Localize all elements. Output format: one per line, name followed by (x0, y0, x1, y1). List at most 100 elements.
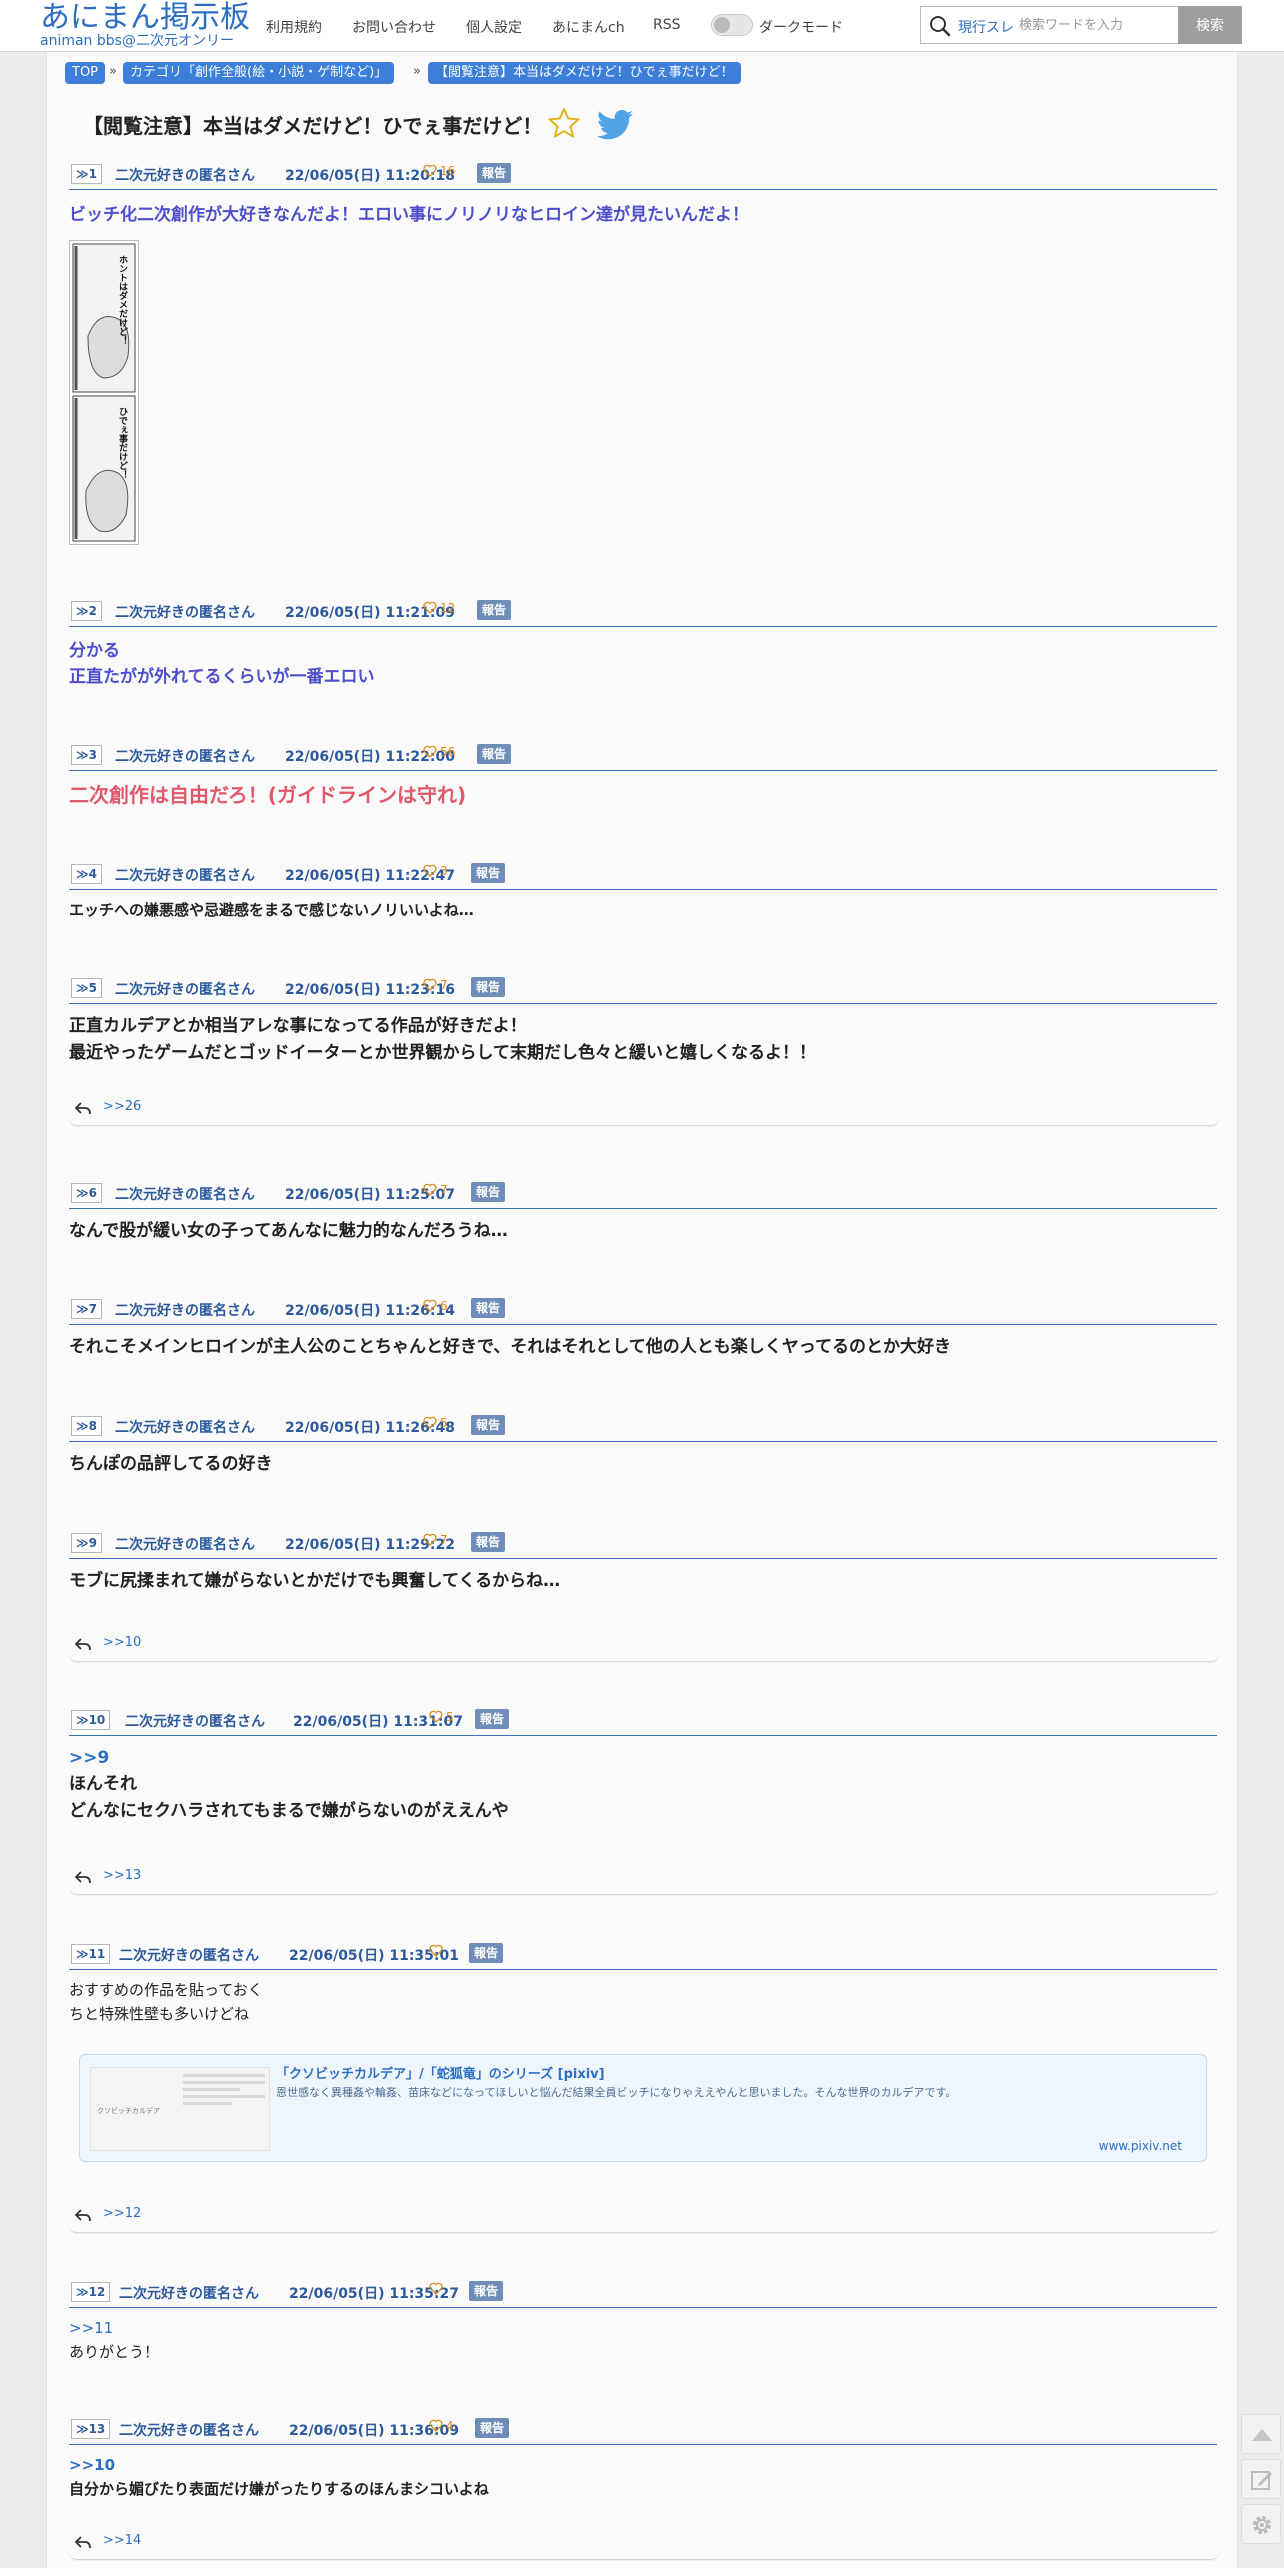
report-button[interactable]: 報告 (471, 1182, 506, 1202)
post-number[interactable]: ≫12 (71, 2282, 111, 2302)
post-number[interactable]: ≫9 (71, 1533, 102, 1553)
report-button[interactable]: 報告 (471, 863, 506, 883)
report-button[interactable]: 報告 (469, 1943, 504, 1963)
post-number[interactable]: ≫8 (71, 1416, 102, 1436)
post-text: 二次創作は自由だろ！(ガイドラインは守れ) (69, 783, 467, 807)
breadcrumb-thread[interactable]: 【閲覧注意】本当はダメだけど！ひでぇ事だけど！ (428, 62, 741, 84)
twitter-icon[interactable] (597, 110, 633, 140)
replies-bar: >>10 (69, 1632, 1219, 1662)
heart-icon (429, 2419, 443, 2432)
post-number[interactable]: ≫5 (71, 978, 102, 998)
post-header: ≫9 二次元好きの匿名さん 22/06/05(日) 11:29:22 7 報告 (69, 1532, 1217, 1559)
like-button[interactable]: 16 (423, 164, 455, 178)
nav-settings[interactable]: 個人設定 (466, 17, 522, 37)
heart-icon (423, 1416, 437, 1429)
post-text: ビッチ化二次創作が大好きなんだよ！エロい事にノリノリなヒロイン達が見たいんだよ！ (69, 205, 749, 225)
search-button[interactable]: 検索 (1178, 6, 1242, 44)
link-description: 恩世感なく異種姦や輪姦、苗床などになってほしいと悩んだ結果全員ビッチになりゃええ… (276, 2086, 957, 2099)
like-count: 7 (440, 1183, 448, 1197)
report-button[interactable]: 報告 (475, 1709, 510, 1729)
anchor-link[interactable]: >>9 (69, 1745, 1219, 1771)
nav-contact[interactable]: お問い合わせ (352, 17, 436, 37)
manga-image[interactable]: ホントはダメだけど！ ひでぇ事だけど！ (69, 240, 139, 545)
site-logo[interactable]: あにまん掲示板 animan bbs@二次元オンリー (40, 2, 250, 49)
reply-arrow-icon (75, 2209, 91, 2222)
like-button[interactable]: 4 (429, 2419, 454, 2433)
like-button[interactable] (429, 1944, 446, 1958)
reply-link[interactable]: >>12 (103, 2206, 141, 2221)
report-button[interactable]: 報告 (471, 1298, 506, 1318)
post-text: 自分から媚びたり表面だけ嫌がったりするのほんまシコいよね (69, 2480, 489, 2498)
post-number[interactable]: ≫10 (71, 1710, 111, 1730)
reply-link[interactable]: >>13 (103, 1868, 141, 1883)
like-button[interactable]: 12 (423, 601, 455, 615)
scroll-top-button[interactable] (1241, 2414, 1281, 2454)
report-button[interactable]: 報告 (477, 163, 512, 183)
like-button[interactable]: 56 (423, 745, 455, 759)
breadcrumb-category[interactable]: カテゴリ「創作全般(絵・小説・ゲ制など)」 (123, 62, 395, 84)
link-preview-card[interactable]: クソビッチカルデア 「クソビッチカルデア」/「蛇狐竜」のシリーズ [pixiv]… (79, 2054, 1207, 2162)
report-button[interactable]: 報告 (471, 977, 506, 997)
like-button[interactable]: 3 (423, 864, 448, 878)
like-button[interactable]: 5 (429, 1710, 454, 1724)
compose-button[interactable] (1241, 2459, 1281, 2499)
replies-bar: >>14 (69, 2530, 1219, 2560)
post-number[interactable]: ≫1 (71, 164, 102, 184)
post-number[interactable]: ≫4 (71, 864, 102, 884)
reply-arrow-icon (75, 2536, 91, 2549)
post-number[interactable]: ≫3 (71, 745, 102, 765)
like-button[interactable]: 7 (423, 1533, 448, 1547)
post-header: ≫11 二次元好きの匿名さん 22/06/05(日) 11:35:01 報告 (69, 1943, 1217, 1970)
link-domain: www.pixiv.net (1098, 2139, 1182, 2153)
like-button[interactable]: 7 (423, 978, 448, 992)
report-button[interactable]: 報告 (469, 2281, 504, 2301)
post-body: それこそメインヒロインが主人公のことちゃんと好きで、それはそれとして他の人とも楽… (69, 1334, 1219, 1361)
star-icon[interactable] (547, 106, 581, 140)
post-text: おすすめの作品を貼っておく (69, 1981, 263, 1999)
post-body: エッチへの嫌悪感や忌避感をまるで感じないノリいいよね… (69, 898, 1219, 922)
reply-link[interactable]: >>26 (103, 1099, 141, 1114)
reply-link[interactable]: >>10 (103, 1635, 141, 1650)
nav-terms[interactable]: 利用規約 (266, 17, 322, 37)
reply-link[interactable]: >>14 (103, 2533, 141, 2548)
report-button[interactable]: 報告 (471, 1415, 506, 1435)
like-button[interactable]: 7 (423, 1183, 448, 1197)
poster-name: 二次元好きの匿名さん (119, 2423, 259, 2439)
heart-icon (429, 1944, 443, 1957)
settings-button[interactable] (1241, 2504, 1281, 2544)
post-number[interactable]: ≫2 (71, 601, 102, 621)
like-button[interactable]: 6 (423, 1299, 448, 1313)
report-button[interactable]: 報告 (475, 2418, 510, 2438)
edit-icon (1251, 2471, 1272, 2490)
search-box: 現行スレ 検索 (920, 6, 1242, 44)
like-button[interactable]: 5 (423, 1416, 448, 1430)
like-button[interactable] (429, 2282, 446, 2296)
post-number[interactable]: ≫7 (71, 1299, 102, 1319)
post-number[interactable]: ≫6 (71, 1183, 102, 1203)
breadcrumb-top[interactable]: TOP (65, 62, 106, 84)
manga-caption-1: ホントはダメだけど！ (117, 255, 128, 345)
report-button[interactable]: 報告 (477, 600, 512, 620)
thread-container: TOP » カテゴリ「創作全般(絵・小説・ゲ制など)」 » 【閲覧注意】本当はダ… (46, 52, 1238, 2568)
anchor-link[interactable]: >>10 (69, 2453, 1219, 2477)
post-number[interactable]: ≫11 (71, 1944, 111, 1964)
search-scope[interactable]: 現行スレ (958, 17, 1014, 37)
post-number[interactable]: ≫13 (71, 2419, 111, 2439)
search-input[interactable] (1019, 11, 1169, 39)
link-title[interactable]: 「クソビッチカルデア」/「蛇狐竜」のシリーズ [pixiv] (276, 2063, 605, 2082)
replies-bar: >>13 (69, 1865, 1219, 1895)
poster-name: 二次元好きの匿名さん (115, 749, 255, 765)
nav-animanch[interactable]: あにまんch (552, 17, 625, 37)
gear-icon (1253, 2516, 1271, 2534)
reply-arrow-icon (75, 1102, 91, 1115)
nav-rss[interactable]: RSS (653, 17, 681, 33)
heart-icon (423, 745, 437, 758)
report-button[interactable]: 報告 (477, 744, 512, 764)
report-button[interactable]: 報告 (471, 1532, 506, 1552)
post-text: ちんぽの品評してるの好き (69, 1454, 273, 1474)
post-header: ≫8 二次元好きの匿名さん 22/06/05(日) 11:26:48 5 報告 (69, 1415, 1217, 1442)
post-text: それこそメインヒロインが主人公のことちゃんと好きで、それはそれとして他の人とも楽… (69, 1337, 951, 1357)
dark-mode-toggle[interactable] (711, 14, 753, 36)
heart-icon (423, 164, 437, 177)
anchor-link[interactable]: >>11 (69, 2316, 1219, 2340)
